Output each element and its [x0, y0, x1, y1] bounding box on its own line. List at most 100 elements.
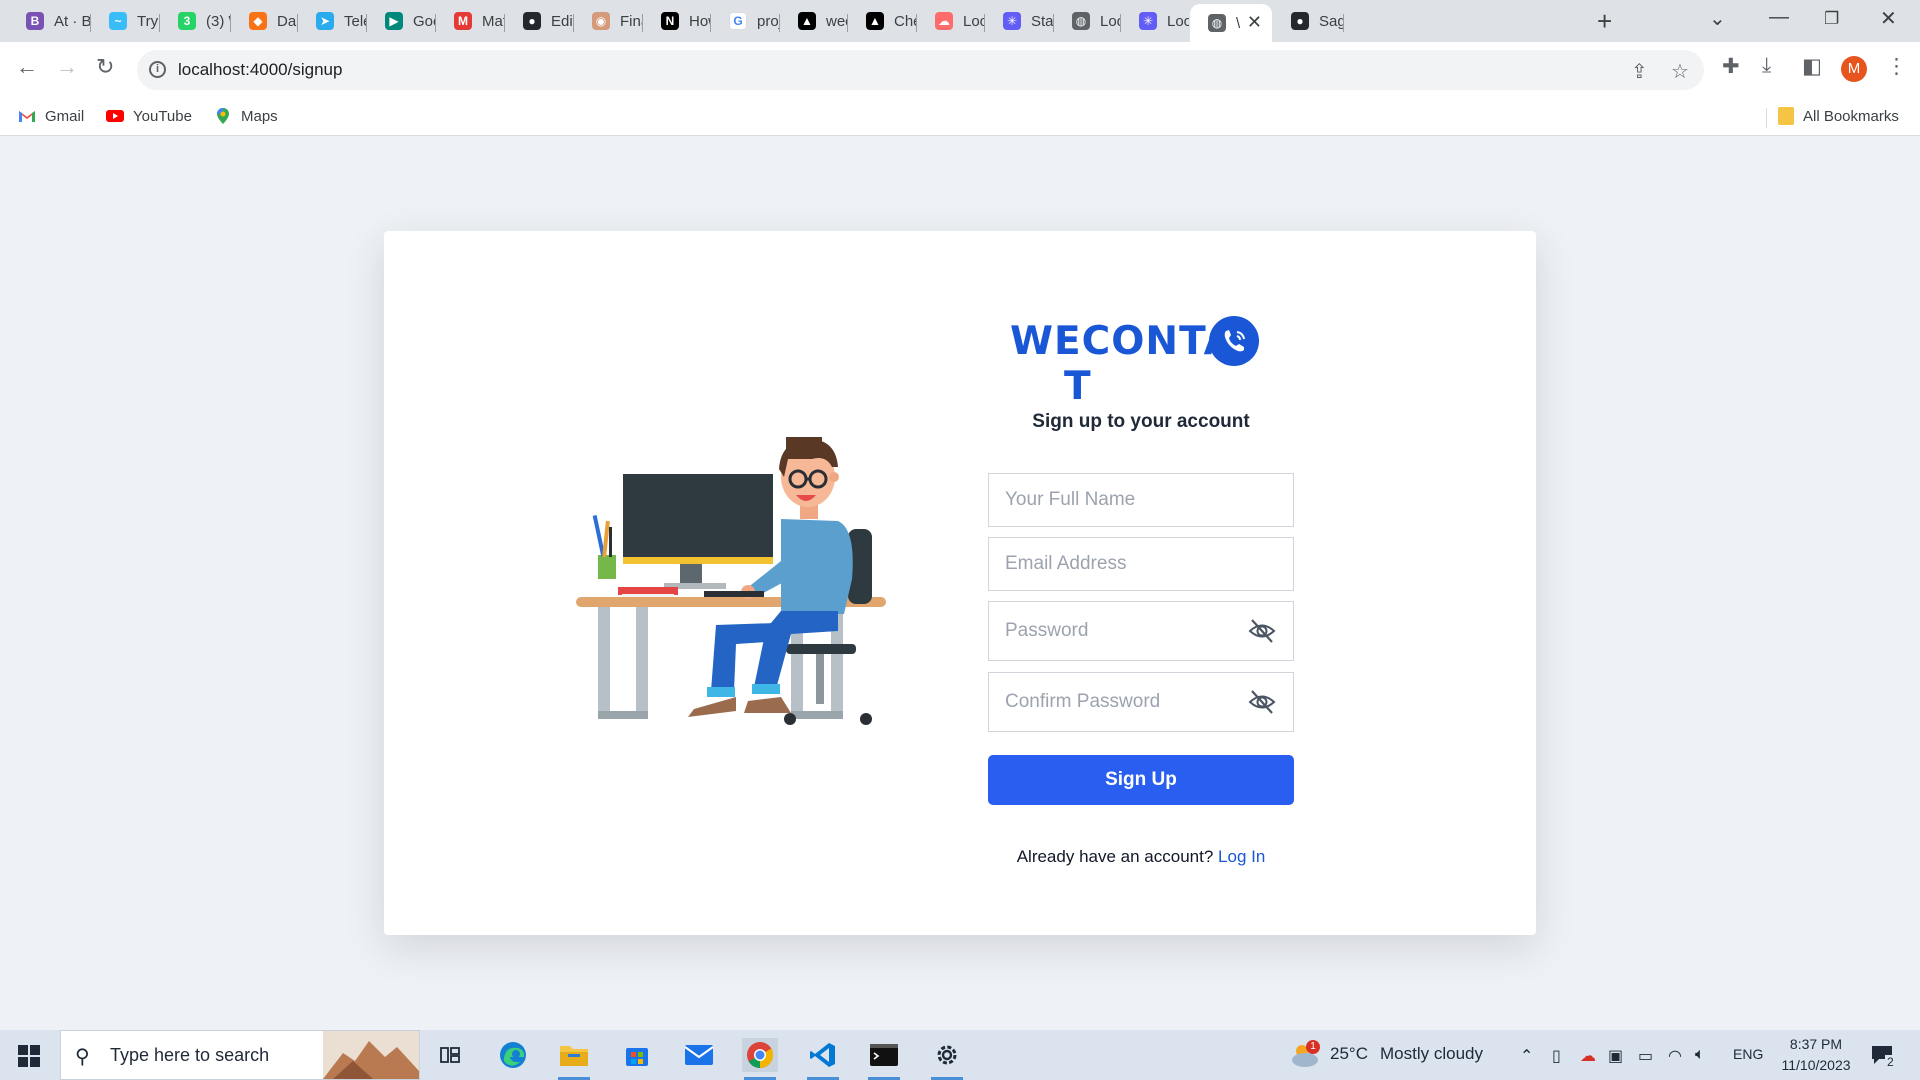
- side-panel-icon[interactable]: ◧: [1802, 54, 1822, 79]
- login-prompt: Already have an account? Log In: [988, 847, 1294, 867]
- browser-tab[interactable]: Gproje: [711, 4, 779, 38]
- eye-off-icon[interactable]: [1247, 687, 1277, 717]
- store-icon[interactable]: [619, 1038, 655, 1072]
- tab-label: proje: [757, 12, 779, 30]
- back-icon[interactable]: ←: [16, 54, 38, 80]
- tab-label: (3) W: [206, 12, 230, 30]
- reload-icon[interactable]: ↻: [96, 54, 114, 80]
- device-icon[interactable]: ▯: [1552, 1046, 1561, 1066]
- browser-tab[interactable]: ~ Try Ta: [91, 4, 159, 38]
- tab-label: Daily: [277, 12, 297, 30]
- windows-start-icon[interactable]: [18, 1045, 40, 1067]
- vercel-icon: ▲: [798, 12, 816, 30]
- email-input[interactable]: [989, 538, 1293, 590]
- full-name-input[interactable]: [989, 474, 1293, 526]
- address-bar[interactable]: i localhost:4000/signup ⇪ ☆: [137, 50, 1704, 90]
- full-name-field[interactable]: [988, 473, 1294, 527]
- task-view-icon[interactable]: [432, 1038, 468, 1072]
- clock-time[interactable]: 8:37 PM: [1772, 1036, 1860, 1052]
- close-tab-icon[interactable]: ✕: [1247, 12, 1262, 33]
- bookmark-gmail[interactable]: Gmail: [18, 107, 84, 125]
- sign-up-button[interactable]: Sign Up: [988, 755, 1294, 805]
- onedrive-icon[interactable]: ☁: [1580, 1046, 1596, 1066]
- forward-icon[interactable]: →: [56, 54, 78, 80]
- vscode-icon[interactable]: [805, 1038, 841, 1080]
- browser-tab[interactable]: ✳ Start: [985, 4, 1053, 38]
- search-highlight-image: [323, 1031, 419, 1079]
- wifi-icon[interactable]: ◠: [1668, 1046, 1682, 1066]
- minimize-icon[interactable]: —: [1769, 6, 1789, 29]
- profile-avatar[interactable]: M: [1841, 56, 1867, 82]
- mail-icon[interactable]: [681, 1038, 717, 1072]
- tab-label: Start: [1031, 12, 1053, 30]
- new-tab-button[interactable]: +: [1597, 6, 1612, 37]
- security-icon[interactable]: ▣: [1608, 1046, 1623, 1066]
- confirm-password-field[interactable]: [988, 672, 1294, 732]
- password-field[interactable]: [988, 601, 1294, 661]
- all-bookmarks[interactable]: All Bookmarks: [1778, 107, 1899, 125]
- bookmark-star-icon[interactable]: ☆: [1671, 59, 1689, 84]
- loom-icon: ☁: [935, 12, 953, 30]
- share-icon[interactable]: ⇪: [1631, 59, 1648, 84]
- login-link[interactable]: Log In: [1218, 847, 1265, 866]
- globe-icon: ◍: [1208, 14, 1226, 32]
- browser-tab[interactable]: N How: [643, 4, 710, 38]
- battery-icon[interactable]: ▭: [1638, 1046, 1653, 1066]
- browser-tab[interactable]: 3 (3) W: [160, 4, 230, 38]
- clock-date[interactable]: 11/10/2023: [1772, 1057, 1860, 1073]
- browser-tab[interactable]: ▲ weco: [780, 4, 847, 38]
- maximize-icon[interactable]: ❐: [1824, 9, 1839, 29]
- maps-icon: [217, 108, 229, 124]
- language-indicator[interactable]: ENG: [1733, 1046, 1763, 1062]
- browser-tab[interactable]: ✳ Loon: [1121, 4, 1189, 38]
- bookmark-youtube[interactable]: YouTube: [106, 107, 192, 125]
- notification-count: 2: [1885, 1055, 1896, 1069]
- youtube-icon: [106, 110, 124, 122]
- weather-condition[interactable]: Mostly cloudy: [1380, 1044, 1483, 1064]
- edge-icon[interactable]: [495, 1038, 531, 1072]
- tab-label: Teleg: [344, 12, 366, 30]
- weather-temp[interactable]: 25°C: [1330, 1044, 1368, 1064]
- folder-icon: [1778, 107, 1794, 125]
- bookmark-maps[interactable]: Maps: [214, 107, 278, 125]
- tab-search-icon[interactable]: ⌄: [1709, 6, 1726, 31]
- email-field[interactable]: [988, 537, 1294, 591]
- extensions-icon[interactable]: ✚: [1722, 54, 1740, 79]
- browser-tab[interactable]: ● Editi: [505, 4, 573, 38]
- globe-icon: ◍: [1072, 12, 1090, 30]
- url-text[interactable]: localhost:4000/signup: [178, 60, 342, 80]
- tab-label: Loon: [1167, 12, 1189, 30]
- close-window-icon[interactable]: ✕: [1880, 6, 1897, 31]
- browser-tab[interactable]: ◍ Loon: [1054, 4, 1120, 38]
- bookmark-label: Maps: [241, 107, 278, 125]
- browser-tab[interactable]: ▶ Goog: [367, 4, 435, 38]
- browser-tab[interactable]: ◉ Final: [574, 4, 642, 38]
- chrome-icon[interactable]: [742, 1038, 778, 1080]
- downloads-icon[interactable]: ⤓: [1762, 54, 1771, 78]
- site-info-icon[interactable]: i: [149, 61, 166, 78]
- bookmarks-divider: [1766, 108, 1767, 128]
- browser-tab[interactable]: M Mate: [436, 4, 504, 38]
- bootstrap-icon: B: [26, 12, 44, 30]
- form-subtitle: Sign up to your account: [1032, 411, 1250, 432]
- chevron-up-icon[interactable]: ⌃: [1520, 1046, 1533, 1066]
- tab-label: Final: [620, 12, 642, 30]
- browser-tab[interactable]: ➤ Teleg: [298, 4, 366, 38]
- settings-icon[interactable]: [929, 1038, 965, 1080]
- taskbar-search[interactable]: ⚲ Type here to search: [60, 1030, 420, 1080]
- eye-off-icon[interactable]: [1247, 616, 1277, 646]
- browser-tab[interactable]: B At · B: [8, 4, 90, 38]
- browser-tab[interactable]: ▲ Chec: [848, 4, 916, 38]
- github-icon: ●: [1291, 12, 1309, 30]
- browser-tab[interactable]: ● Saga: [1273, 4, 1343, 38]
- terminal-icon[interactable]: [866, 1038, 902, 1080]
- browser-tab[interactable]: ☁ Loon: [917, 4, 984, 38]
- browser-tab[interactable]: ◍ \ ✕: [1190, 4, 1272, 42]
- whatsapp-icon: 3: [178, 12, 196, 30]
- browser-tab[interactable]: ◆ Daily: [231, 4, 297, 38]
- signup-card: WECONTAT Sign up to your account Your Fu…: [384, 231, 1536, 935]
- windows-taskbar: ⚲ Type here to search 1 25°C Mostly clou…: [0, 1030, 1920, 1080]
- menu-icon[interactable]: ⋮: [1886, 54, 1907, 79]
- volume-icon[interactable]: 🔈︎: [1695, 1046, 1705, 1064]
- file-explorer-icon[interactable]: [556, 1038, 592, 1080]
